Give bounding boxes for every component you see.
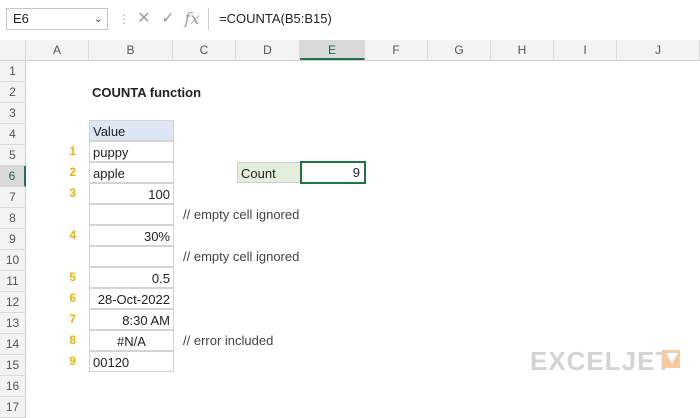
comment-c8[interactable]: // empty cell ignored xyxy=(183,204,299,225)
column-header-i[interactable]: I xyxy=(554,40,617,60)
row-header-8[interactable]: 8 xyxy=(0,208,26,229)
counter-6: 6 xyxy=(69,291,76,305)
fx-icon[interactable]: fx xyxy=(180,8,204,30)
row-header-11[interactable]: 11 xyxy=(0,271,26,292)
row-header-13[interactable]: 13 xyxy=(0,313,26,334)
cell-b11[interactable]: 0.5 xyxy=(89,267,174,288)
cell-b14[interactable]: #N/A xyxy=(89,330,174,351)
cancel-x-icon[interactable]: ✕ xyxy=(132,8,156,30)
column-header-b[interactable]: B xyxy=(89,40,173,60)
count-label[interactable]: Count xyxy=(237,162,301,183)
column-header-g[interactable]: G xyxy=(428,40,491,60)
column-header-c[interactable]: C xyxy=(173,40,236,60)
row-header-15[interactable]: 15 xyxy=(0,355,26,376)
counter-2: 2 xyxy=(69,165,76,179)
comment-c10[interactable]: // empty cell ignored xyxy=(183,246,299,267)
row-header-9[interactable]: 9 xyxy=(0,229,26,250)
exceljet-logo-icon xyxy=(662,350,680,368)
row-header-14[interactable]: 14 xyxy=(0,334,26,355)
column-header-e[interactable]: E xyxy=(300,40,365,60)
counter-5: 5 xyxy=(69,270,76,284)
row-header-2[interactable]: 2 xyxy=(0,82,26,103)
cell-b7[interactable]: 100 xyxy=(89,183,174,204)
row-header-3[interactable]: 3 xyxy=(0,103,26,124)
sheet-title[interactable]: COUNTA function xyxy=(92,82,201,103)
counter-3: 3 xyxy=(69,186,76,200)
count-result-cell[interactable]: 9 xyxy=(300,161,366,184)
cell-b13[interactable]: 8:30 AM xyxy=(89,309,174,330)
column-header-j[interactable]: J xyxy=(617,40,700,60)
name-box-value: E6 xyxy=(13,11,29,26)
counter-9: 9 xyxy=(69,354,76,368)
column-header-a[interactable]: A xyxy=(26,40,89,60)
column-header-h[interactable]: H xyxy=(491,40,554,60)
row-header-7[interactable]: 7 xyxy=(0,187,26,208)
counter-8: 8 xyxy=(69,333,76,347)
row-header-10[interactable]: 10 xyxy=(0,250,26,271)
select-all-corner[interactable] xyxy=(0,40,26,60)
formula-bar: E6 ⌄ ⋮ ✕ ✓ fx =COUNTA(B5:B15) xyxy=(0,0,700,41)
row-header-4[interactable]: 4 xyxy=(0,124,26,145)
counter-7: 7 xyxy=(69,312,76,326)
comment-c14[interactable]: // error included xyxy=(183,330,273,351)
counter-4: 4 xyxy=(69,228,76,242)
column-header-d[interactable]: D xyxy=(236,40,300,60)
cell-b15[interactable]: 00120 xyxy=(89,351,174,372)
separator-icon: ⋮ xyxy=(118,12,130,26)
row-header-6[interactable]: 6 xyxy=(0,166,26,187)
column-headers: A B C D E F G H I J xyxy=(0,40,700,61)
column-header-f[interactable]: F xyxy=(365,40,428,60)
formula-text: =COUNTA(B5:B15) xyxy=(219,11,332,26)
counter-1: 1 xyxy=(69,144,76,158)
checkmark-icon[interactable]: ✓ xyxy=(156,8,180,30)
row-header-12[interactable]: 12 xyxy=(0,292,26,313)
chevron-down-icon[interactable]: ⌄ xyxy=(94,9,103,29)
cell-b10[interactable] xyxy=(89,246,174,267)
name-box[interactable]: E6 ⌄ xyxy=(6,8,108,30)
value-header[interactable]: Value xyxy=(89,120,174,141)
cell-b12[interactable]: 28-Oct-2022 xyxy=(89,288,174,309)
cell-b9[interactable]: 30% xyxy=(89,225,174,246)
row-header-17[interactable]: 17 xyxy=(0,397,26,418)
formula-input[interactable]: =COUNTA(B5:B15) xyxy=(208,8,696,30)
row-header-5[interactable]: 5 xyxy=(0,145,26,166)
row-header-1[interactable]: 1 xyxy=(0,61,26,82)
cell-b8[interactable] xyxy=(89,204,174,225)
exceljet-logo: EXCELJET xyxy=(530,346,673,376)
cell-b5[interactable]: puppy xyxy=(89,141,174,162)
cell-b6[interactable]: apple xyxy=(89,162,174,183)
row-header-16[interactable]: 16 xyxy=(0,376,26,397)
